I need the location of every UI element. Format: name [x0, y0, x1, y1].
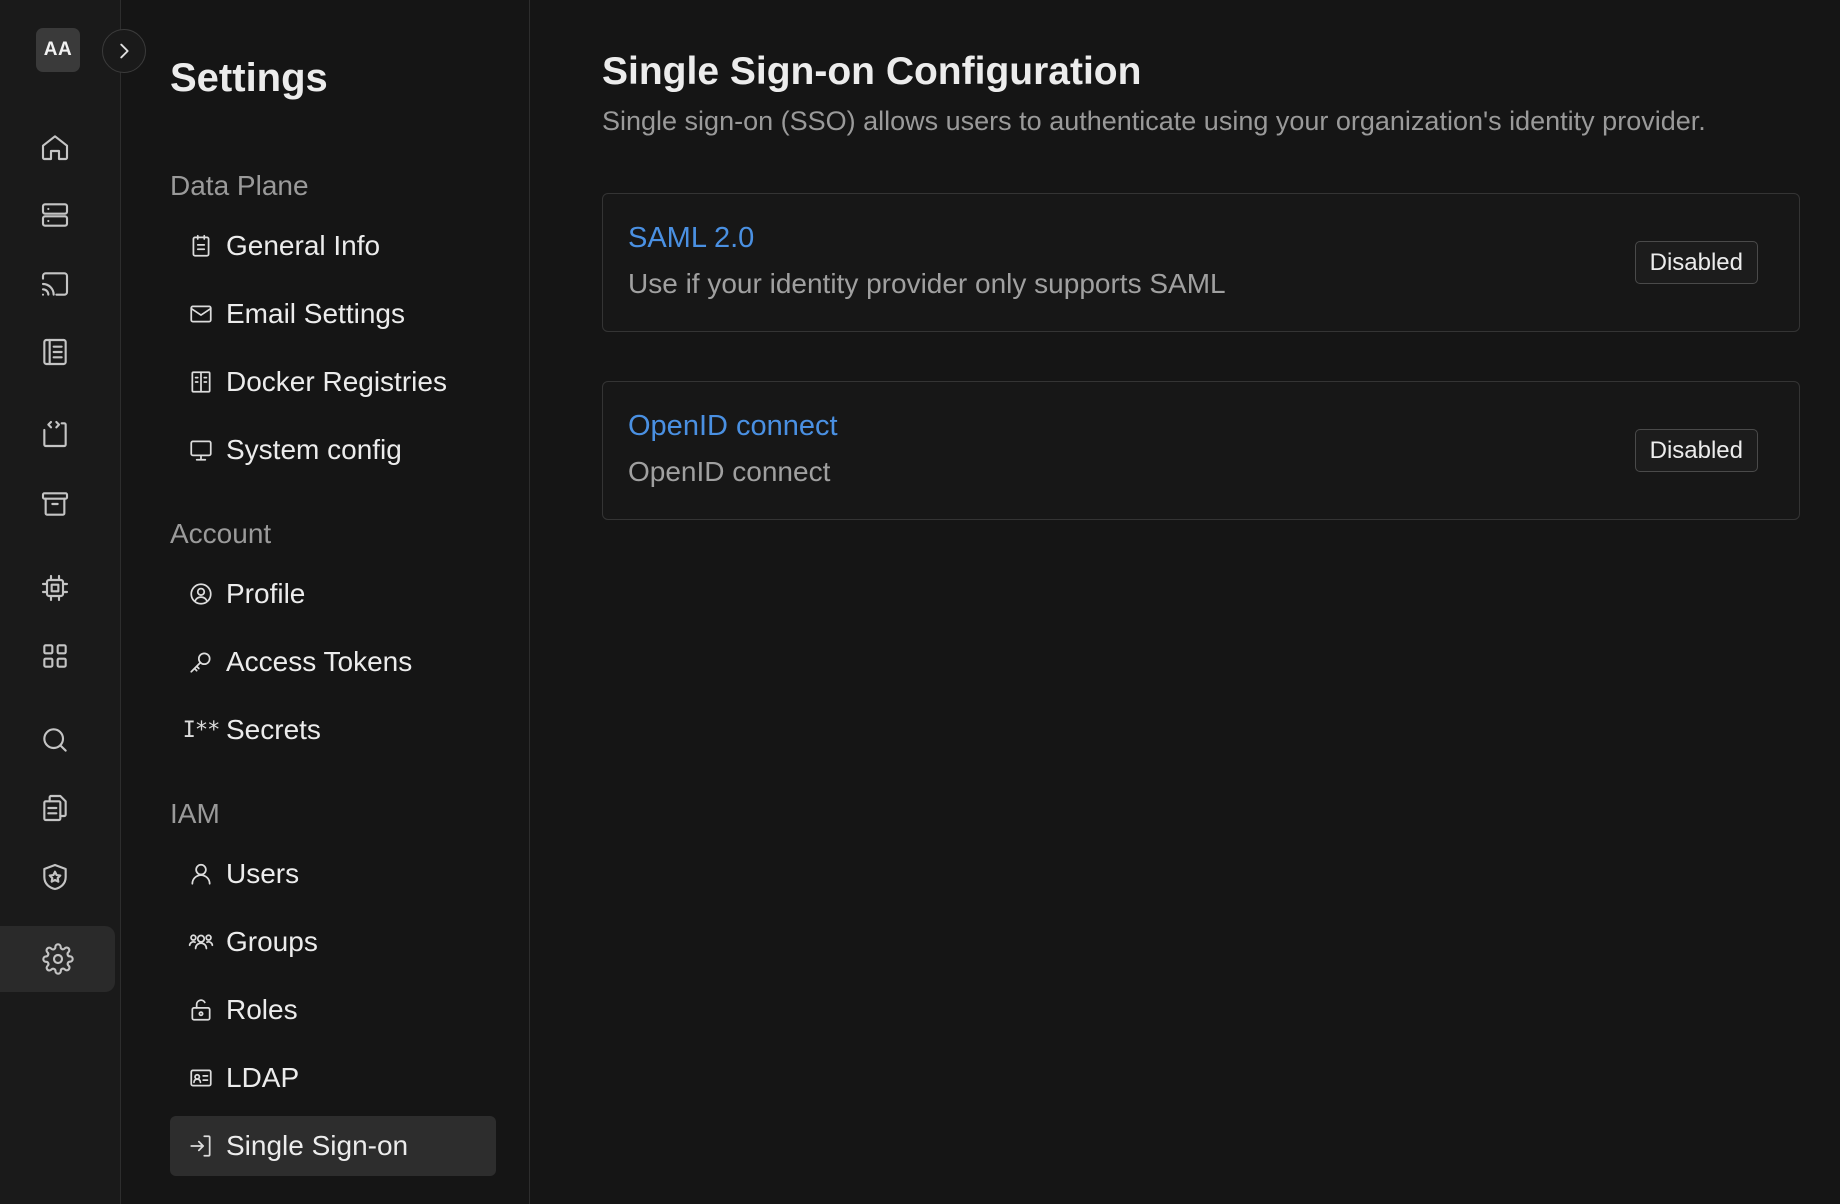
- section-description: Single sign-on (SSO) allows users to aut…: [602, 106, 1706, 136]
- status-badge: Disabled: [1634, 429, 1758, 472]
- sidebar-item-roles[interactable]: Roles: [170, 980, 496, 1040]
- search-icon[interactable]: [31, 716, 79, 764]
- key-icon: [186, 647, 216, 677]
- provider-link-saml[interactable]: SAML 2.0: [628, 222, 754, 255]
- sidebar-item-label: Email Settings: [226, 298, 405, 329]
- sidebar-item-email-settings[interactable]: Email Settings: [170, 284, 496, 344]
- sidebar-item-label: Single Sign-on: [226, 1130, 409, 1161]
- book-open-icon: [186, 367, 216, 397]
- cast-icon[interactable]: [31, 260, 79, 308]
- main-content: Single Sign-on Configuration Single sign…: [530, 0, 1840, 1204]
- monitor-icon: [186, 435, 216, 465]
- archive-icon[interactable]: [31, 480, 79, 528]
- sidebar-item-label: Secrets: [226, 714, 321, 745]
- mail-icon: [186, 299, 216, 329]
- sidebar-item-label: Groups: [226, 926, 318, 957]
- apps-grid-icon[interactable]: [31, 632, 79, 680]
- status-badge: Disabled: [1634, 241, 1758, 284]
- user-icon: [186, 859, 216, 889]
- sidebar-item-single-sign-on[interactable]: Single Sign-on: [170, 1116, 496, 1176]
- users-group-icon: [186, 927, 216, 957]
- sidebar-item-label: General Info: [226, 230, 381, 261]
- sidebar-item-label: Roles: [226, 994, 298, 1025]
- sidebar-item-label: Docker Registries: [226, 366, 447, 397]
- sidebar-item-groups[interactable]: Groups: [170, 912, 496, 972]
- provider-link-openid[interactable]: OpenID connect: [628, 410, 838, 443]
- section-title: Single Sign-on Configuration: [602, 50, 1142, 93]
- notebook-icon[interactable]: [31, 328, 79, 376]
- section-label-data-plane: Data Plane: [170, 170, 309, 201]
- sidebar-item-general-info[interactable]: General Info: [170, 216, 496, 276]
- icon-rail: AA: [0, 0, 121, 1204]
- server-icon[interactable]: [31, 191, 79, 239]
- code-file-icon[interactable]: [31, 410, 79, 458]
- shield-star-icon[interactable]: [31, 853, 79, 901]
- sidebar-item-label: Profile: [226, 578, 306, 609]
- page-title: Settings: [170, 56, 328, 100]
- provider-description: OpenID connect: [628, 456, 831, 487]
- home-icon[interactable]: [31, 123, 79, 171]
- sidebar-item-system-config[interactable]: System config: [170, 420, 496, 480]
- sidebar-item-secrets[interactable]: I** Secrets: [170, 700, 496, 760]
- section-label-account: Account: [170, 518, 272, 549]
- sidebar-item-label: Access Tokens: [226, 646, 413, 677]
- chip-icon[interactable]: [31, 564, 79, 612]
- sidebar-item-profile[interactable]: Profile: [170, 564, 496, 624]
- sidebar-expand-button[interactable]: [102, 29, 146, 73]
- sidebar-item-label: Users: [226, 858, 300, 889]
- clipboard-icon: [186, 231, 216, 261]
- sso-provider-card-openid: OpenID connect OpenID connect Disabled: [602, 381, 1800, 520]
- login-icon: [186, 1131, 216, 1161]
- sidebar-item-ldap[interactable]: LDAP: [170, 1048, 496, 1108]
- settings-gear-icon[interactable]: [0, 926, 115, 992]
- id-card-icon: [186, 1063, 216, 1093]
- settings-sidebar: Settings Data Plane General Info Email S…: [121, 0, 530, 1204]
- avatar[interactable]: AA: [36, 28, 80, 72]
- password-icon: I**: [182, 717, 221, 743]
- app-window: AA Settings Data Plane General Info Emai…: [0, 0, 1840, 1204]
- chevron-right-icon: [120, 43, 129, 59]
- sidebar-item-docker-registries[interactable]: Docker Registries: [170, 352, 496, 412]
- lock-open-icon: [186, 995, 216, 1025]
- copy-document-icon[interactable]: [31, 784, 79, 832]
- sidebar-item-label: System config: [226, 434, 402, 465]
- section-label-iam: IAM: [170, 798, 220, 829]
- sidebar-item-users[interactable]: Users: [170, 844, 496, 904]
- user-circle-icon: [186, 579, 216, 609]
- sso-provider-card-saml: SAML 2.0 Use if your identity provider o…: [602, 193, 1800, 332]
- sidebar-item-label: LDAP: [226, 1062, 300, 1093]
- sidebar-item-access-tokens[interactable]: Access Tokens: [170, 632, 496, 692]
- provider-description: Use if your identity provider only suppo…: [628, 268, 1226, 299]
